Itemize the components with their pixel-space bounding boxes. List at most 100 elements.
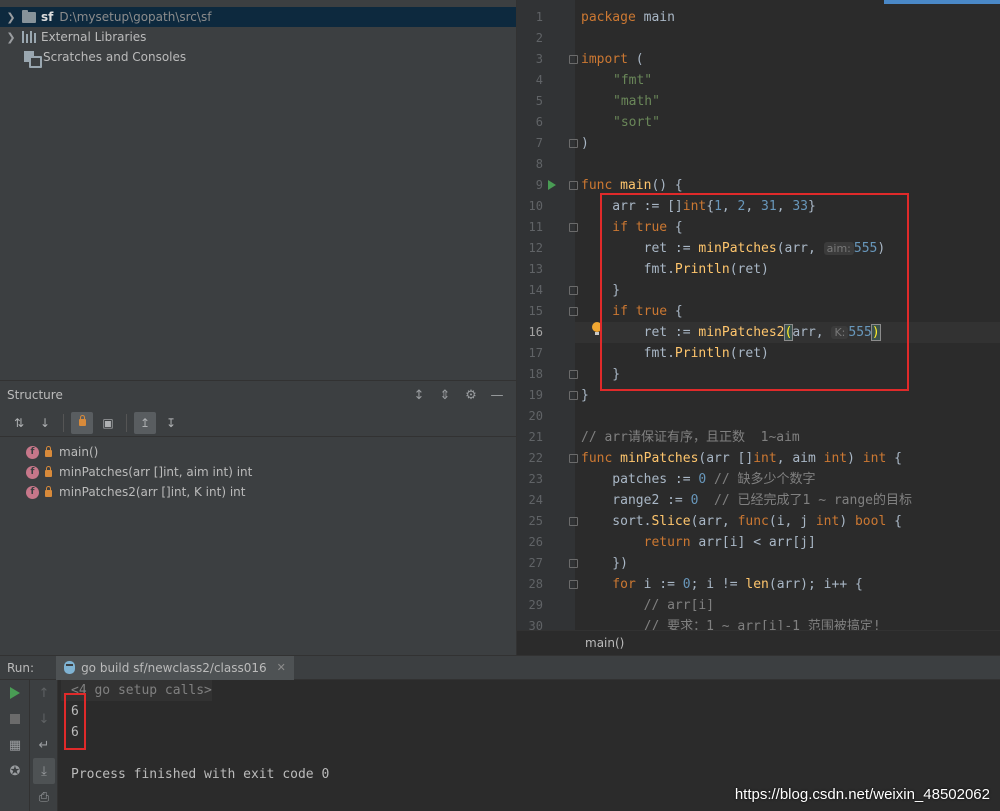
line-number: 22 [528, 451, 543, 465]
print-button[interactable]: ⎙ [30, 784, 58, 810]
code-line: func minPatches(arr []int, aim int) int … [581, 451, 902, 466]
console-output-line: 6 [71, 725, 79, 740]
lock-icon [45, 446, 52, 457]
scratches-node[interactable]: Scratches and Consoles [0, 47, 516, 68]
code-line: ) [581, 136, 589, 151]
line-number: 29 [528, 598, 543, 612]
code-line: range2 := 0 // 已经完成了1 ~ range的目标 [581, 493, 912, 508]
chevron-right-icon[interactable]: ❯ [0, 31, 22, 44]
show-non-public-icon[interactable] [71, 411, 93, 434]
line-number: 10 [528, 199, 543, 213]
external-libraries-label: External Libraries [41, 30, 147, 44]
structure-panel: Structure ↕ ⇕ ⚙ — ⇅ ↓ ▣ ↥ ↧ f main() f m… [0, 380, 516, 655]
structure-member-main[interactable]: f main() [0, 442, 516, 462]
line-number: 4 [535, 73, 543, 87]
code-line: } [581, 367, 621, 382]
editor-gutter: 1 2 3 4 5 6 7 8 9 10 11 12 13 14 15 16 1… [517, 0, 578, 633]
stop-button[interactable] [0, 706, 30, 732]
soft-wrap-icon: ↵ [38, 737, 50, 753]
sort-alphabetically-icon[interactable]: ↓ [34, 412, 56, 434]
lock-icon [45, 466, 52, 477]
scroll-to-end-icon: ⤓ [41, 763, 47, 779]
arrow-down-icon: ↓ [38, 711, 50, 727]
line-number: 28 [528, 577, 543, 591]
collapse-all-icon[interactable]: ⇕ [438, 388, 452, 403]
line-number: 26 [528, 535, 543, 549]
line-number: 12 [528, 241, 543, 255]
console-toolbar: ↑ ↓ ↵ ⤓ ⎙ [30, 680, 58, 811]
project-root[interactable]: ❯ sf D:\mysetup\gopath\src\sf [0, 7, 516, 27]
scroll-to-end-button[interactable]: ⤓ [33, 758, 55, 784]
console-setup-calls[interactable]: <4 go setup calls> [61, 680, 212, 701]
run-gutter-icon[interactable] [548, 180, 556, 190]
code-line: package main [581, 10, 675, 25]
code-line-current: ret := minPatches2(arr, K: 555) [575, 322, 1000, 343]
show-fields-icon[interactable]: ▣ [97, 412, 119, 434]
autoscroll-to-source-icon[interactable]: ↥ [134, 411, 156, 434]
autoscroll-from-source-icon[interactable]: ↧ [160, 412, 182, 434]
sort-by-visibility-icon[interactable]: ⇅ [8, 412, 30, 434]
layout-button[interactable]: ▦ [0, 732, 30, 758]
code-line: import ( [581, 52, 644, 67]
scratches-icon [24, 50, 42, 68]
structure-member-minpatches[interactable]: f minPatches(arr []int, aim int) int [0, 462, 516, 482]
structure-member-minpatches2[interactable]: f minPatches2(arr []int, K int) int [0, 482, 516, 502]
line-number: 14 [528, 283, 543, 297]
minimize-icon[interactable]: — [490, 388, 504, 403]
line-number: 19 [528, 388, 543, 402]
code-line: // arr请保证有序，且正数 1~aim [581, 430, 800, 445]
run-tab-label: go build sf/newclass2/class016 [81, 660, 267, 675]
console-exit-line: Process finished with exit code 0 [71, 767, 330, 782]
gear-icon[interactable]: ⚙ [464, 388, 478, 403]
line-number: 11 [528, 220, 543, 234]
code-line: fmt.Println(ret) [581, 262, 769, 277]
play-icon [10, 687, 20, 699]
run-label: Run: [7, 660, 35, 675]
line-number: 3 [535, 52, 543, 66]
parameter-hint: aim: [823, 242, 854, 255]
line-number: 13 [528, 262, 543, 276]
line-number: 2 [535, 31, 543, 45]
rerun-button[interactable] [0, 680, 30, 706]
close-icon[interactable]: ✕ [277, 661, 286, 674]
pin-button[interactable]: ✪ [0, 758, 30, 784]
structure-header: Structure ↕ ⇕ ⚙ — [0, 381, 516, 409]
function-icon: f [26, 465, 39, 479]
code-line: fmt.Println(ret) [581, 346, 769, 361]
code-line: // 要求：1 ~ arr[i]-1 范围被搞定! [581, 619, 881, 630]
line-number: 9 [535, 178, 543, 192]
chevron-right-icon[interactable]: ❯ [0, 11, 22, 24]
pin-icon: ✪ [9, 763, 21, 779]
run-tab[interactable]: go build sf/newclass2/class016 ✕ [56, 655, 294, 680]
structure-title: Structure [7, 388, 63, 402]
member-label: minPatches2(arr []int, K int) int [59, 485, 246, 499]
line-number: 20 [528, 409, 543, 423]
expand-all-icon[interactable]: ↕ [412, 388, 426, 403]
line-number: 18 [528, 367, 543, 381]
lightbulb-icon[interactable] [592, 322, 602, 335]
code-line: arr := []int{1, 2, 31, 33} [581, 199, 816, 214]
run-actions-toolbar: ▦ ✪ [0, 680, 30, 811]
line-number: 1 [535, 10, 543, 24]
soft-wrap-button[interactable]: ↵ [30, 732, 58, 758]
line-number: 27 [528, 556, 543, 570]
run-header: Run: go build sf/newclass2/class016 ✕ [0, 655, 1000, 680]
line-number: 25 [528, 514, 543, 528]
code-line: patches := 0 // 缺多少个数字 [581, 472, 816, 487]
code-area[interactable]: package main import ( "fmt" "math" "sort… [575, 0, 1000, 630]
function-icon: f [26, 485, 39, 499]
scratches-label: Scratches and Consoles [43, 50, 187, 64]
lock-icon [45, 486, 52, 497]
project-root-path: D:\mysetup\gopath\src\sf [59, 10, 212, 24]
code-line: return arr[i] < arr[j] [581, 535, 816, 550]
member-label: main() [59, 445, 99, 459]
code-editor[interactable]: 1 2 3 4 5 6 7 8 9 10 11 12 13 14 15 16 1… [516, 0, 1000, 655]
scroll-down-button[interactable]: ↓ [30, 706, 58, 732]
print-icon: ⎙ [38, 789, 50, 805]
scroll-up-button[interactable]: ↑ [30, 680, 58, 706]
code-line: if true { [581, 304, 683, 319]
code-line: "math" [613, 94, 660, 109]
breadcrumb[interactable]: main() [517, 630, 1000, 655]
go-gopher-icon [64, 661, 76, 674]
external-libraries-node[interactable]: ❯ External Libraries [0, 27, 516, 47]
